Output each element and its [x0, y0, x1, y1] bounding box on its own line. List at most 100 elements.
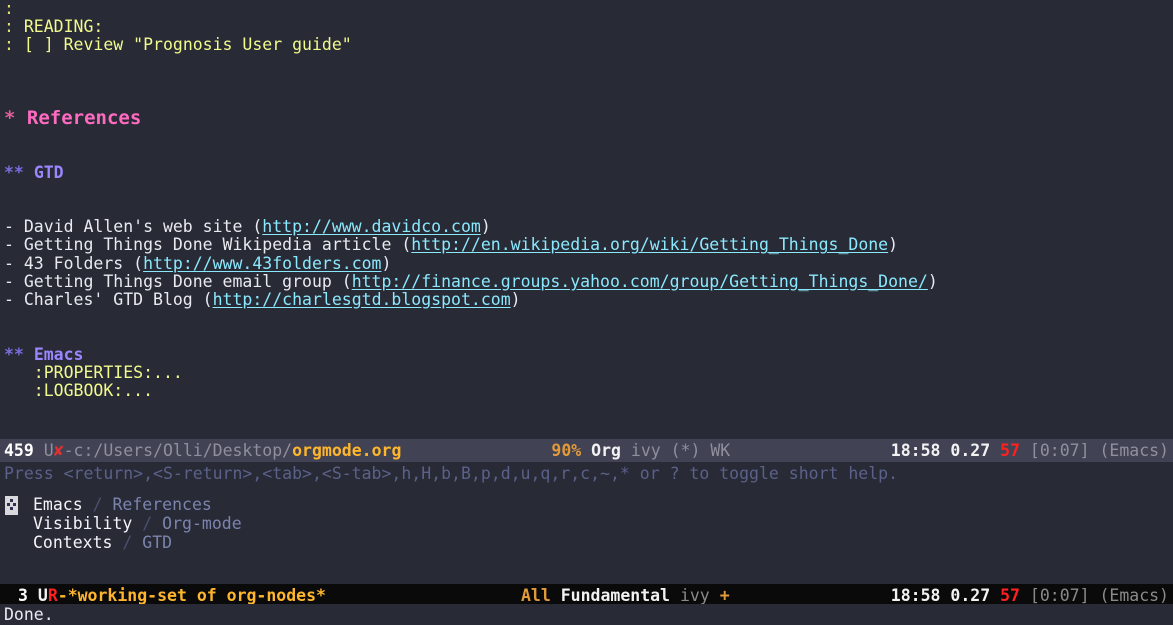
- org-list-item-wikipedia-emacs: - http://en.wikipedia.org/wiki/Emacs: [0, 436, 1173, 438]
- modeline-org-buffer[interactable]: 459 U ✘ -c:/Users/Olli/Desktop/orgmode.org…: [0, 439, 1173, 462]
- modeline-space: [621, 439, 631, 462]
- org-line-reading-label: : READING:: [4, 17, 104, 37]
- modeline-modified-icon: ✘: [53, 441, 64, 460]
- heading-text: [15, 107, 26, 129]
- heading-label: GTD: [33, 162, 64, 182]
- modeline-major-mode[interactable]: Org: [591, 439, 621, 462]
- org-blank-line: [0, 127, 1173, 145]
- link-wikipedia-emacs[interactable]: http://en.wikipedia.org/wiki/Emacs: [24, 436, 362, 438]
- modeline-encoding: U: [43, 441, 54, 460]
- working-set-parent-name: Org-mode: [162, 514, 242, 533]
- org-blank-line: [0, 182, 1173, 200]
- org-line-reading-task: : [ ] Review "Prognosis User guide": [4, 35, 352, 55]
- list-item-prefix: - Getting Things Done Wikipedia article …: [4, 235, 412, 255]
- org-blank-line: [0, 327, 1173, 345]
- list-item-suffix: ): [480, 217, 491, 237]
- org-drawer-properties[interactable]: :PROPERTIES:...: [0, 363, 1173, 382]
- list-item-suffix: ): [888, 235, 899, 255]
- modeline-minor-modes[interactable]: ivy (*) WK: [631, 439, 730, 462]
- org-blank-line: [0, 91, 1173, 109]
- frame-bottom-strip: [0, 621, 1173, 625]
- working-set-separator-slash: /: [142, 514, 153, 533]
- modeline-space: [940, 439, 950, 462]
- working-set-separator: [132, 514, 142, 533]
- working-set-row[interactable]: Contexts / GTD: [33, 533, 242, 552]
- working-set-row[interactable]: Visibility / Org-mode: [33, 514, 242, 533]
- org-list-item-davidco: - David Allen's web site (http://www.dav…: [0, 218, 1173, 236]
- working-set-separator-slash: /: [122, 533, 133, 552]
- org-list-item-yahoo-group: - Getting Things Done email group (http:…: [0, 271, 1173, 291]
- heading-gap: [24, 345, 34, 364]
- link-charlesgtd[interactable]: http://charlesgtd.blogspot.com: [213, 290, 511, 309]
- org-blank-line: [0, 55, 1173, 73]
- modeline-space: [990, 439, 1000, 462]
- org-heading-gtd[interactable]: ** GTD: [0, 162, 1173, 182]
- org-buffer-window[interactable]: : : READING: : [ ] Review "Prognosis Use…: [0, 0, 1173, 438]
- modeline-space: [1020, 439, 1030, 462]
- org-list-item-43folders: - 43 Folders (http://www.43folders.com): [0, 253, 1173, 273]
- modeline-left-group: 459 U ✘ -c:/Users/Olli/Desktop/orgmode.org: [4, 439, 401, 462]
- modeline-space: [34, 439, 44, 462]
- modeline-right-group: 18:58 0.27 57 [0:07] (Emacs): [891, 439, 1169, 462]
- list-item-suffix: ): [510, 290, 521, 309]
- working-set-separator: [103, 495, 113, 514]
- org-heading-references[interactable]: * References: [0, 107, 1173, 130]
- org-blank-line: [0, 309, 1173, 327]
- working-set-node-name[interactable]: Emacs: [33, 495, 83, 514]
- list-item-suffix: ): [381, 253, 392, 273]
- link-davidco[interactable]: http://www.davidco.com: [262, 217, 481, 236]
- org-drawer-logbook[interactable]: :LOGBOOK:...: [0, 381, 1173, 400]
- working-set-parent-name: GTD: [142, 533, 173, 552]
- drawer-colon: :: [4, 35, 14, 55]
- working-set-separator: [83, 495, 93, 514]
- working-set-separator: [112, 533, 122, 552]
- working-set-separator: [132, 533, 142, 552]
- list-item-prefix: - Charles' GTD Blog (: [4, 290, 213, 309]
- modeline-line-number: 459: [4, 441, 34, 460]
- heading-gap: [24, 163, 34, 182]
- modeline-battery-level: 57: [1000, 441, 1020, 460]
- working-set-bitmap-icon: [5, 496, 18, 515]
- list-item-prefix: - 43 Folders (: [4, 253, 144, 273]
- modeline-timer: [0:07]: [1029, 441, 1090, 460]
- list-item-prefix: - David Allen's web site (: [4, 217, 263, 237]
- link-43folders[interactable]: http://www.43folders.com: [143, 254, 381, 273]
- heading-stars: **: [4, 162, 24, 182]
- working-set-row[interactable]: Emacs / References: [33, 495, 242, 514]
- list-item-prefix: -: [4, 436, 24, 438]
- working-set-separator-slash: /: [92, 495, 103, 514]
- org-blank-line: [0, 146, 1173, 164]
- modeline-scroll-percent: 90%: [551, 441, 582, 460]
- org-blank-line: [0, 418, 1173, 436]
- working-set-node-name[interactable]: Visibility: [33, 514, 132, 533]
- org-list-item-wikipedia-gtd: - Getting Things Done Wikipedia article …: [0, 236, 1173, 254]
- working-set-node-list[interactable]: Emacs / References Visibility / Org-mode…: [33, 495, 242, 552]
- working-set-node-name[interactable]: Contexts: [33, 533, 112, 552]
- modeline-load-average: 0.27: [950, 441, 991, 460]
- working-set-parent-name: References: [112, 495, 212, 514]
- heading-stars: *: [4, 107, 16, 130]
- org-heading-emacs[interactable]: ** Emacs: [0, 344, 1173, 364]
- modeline-space: [581, 439, 591, 462]
- modeline-space: [1090, 439, 1100, 462]
- drawer-colon: :: [4, 0, 14, 18]
- modeline-host: (Emacs): [1099, 441, 1169, 460]
- modeline-buffer-name[interactable]: orgmode.org: [292, 439, 401, 462]
- modeline-file-path: -c:/Users/Olli/Desktop/: [63, 441, 293, 460]
- list-item-prefix: - Getting Things Done email group (: [4, 271, 352, 291]
- heading-stars: **: [4, 344, 24, 364]
- drawer-colon: :: [4, 17, 14, 37]
- list-item-suffix: ): [927, 271, 938, 291]
- org-list-item-charlesgtd: - Charles' GTD Blog (http://charlesgtd.b…: [0, 290, 1173, 309]
- org-blank-line: [0, 400, 1173, 418]
- heading-label: References: [26, 107, 142, 130]
- org-blank-line: [0, 200, 1173, 218]
- link-wikipedia-gtd[interactable]: http://en.wikipedia.org/wiki/Getting_Thi…: [411, 235, 888, 254]
- echo-area-help-text: Press <return>,<S-return>,<tab>,<S-tab>,…: [0, 462, 1173, 485]
- modeline-mid-group: 90% Org ivy (*) WK: [551, 439, 730, 462]
- working-set-separator: [152, 514, 162, 533]
- link-yahoo-group[interactable]: http://finance.groups.yahoo.com/group/Ge…: [352, 272, 928, 291]
- org-blank-line: [0, 73, 1173, 91]
- emacs-frame: : : READING: : [ ] Review "Prognosis Use…: [0, 0, 1173, 625]
- heading-label: Emacs: [33, 344, 84, 364]
